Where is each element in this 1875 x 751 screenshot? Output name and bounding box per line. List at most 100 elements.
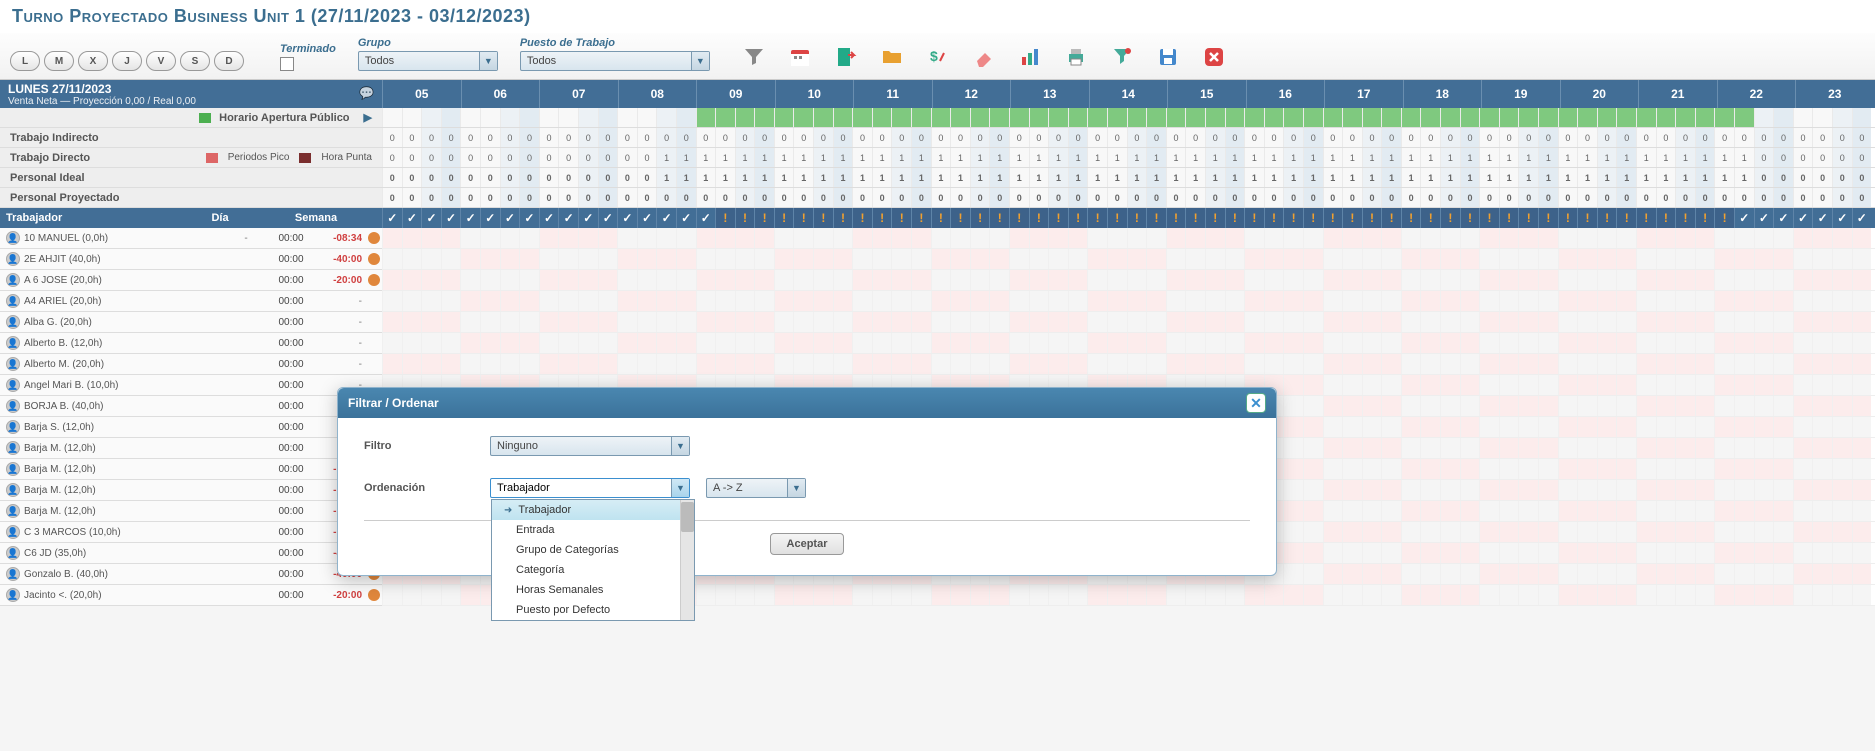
schedule-cell[interactable] — [1342, 585, 1362, 605]
schedule-cell[interactable] — [1518, 543, 1538, 563]
schedule-cell[interactable] — [1479, 333, 1499, 353]
schedule-cell[interactable] — [1166, 249, 1186, 269]
schedule-cell[interactable] — [1773, 501, 1793, 521]
schedule-cell[interactable] — [1087, 291, 1107, 311]
schedule-cell[interactable] — [813, 270, 833, 290]
schedule-cell[interactable] — [1773, 291, 1793, 311]
schedule-cell[interactable] — [735, 291, 755, 311]
schedule-cell[interactable] — [1773, 354, 1793, 374]
schedule-cell[interactable] — [1244, 312, 1264, 332]
schedule-cell[interactable] — [1127, 333, 1147, 353]
timeline-cell[interactable] — [1714, 108, 1734, 127]
timeline-cell[interactable] — [421, 108, 441, 127]
schedule-cell[interactable] — [1323, 270, 1343, 290]
timeline-cell[interactable] — [1499, 108, 1519, 127]
schedule-cell[interactable] — [1342, 522, 1362, 542]
schedule-cell[interactable] — [1362, 501, 1382, 521]
schedule-cell[interactable] — [1734, 249, 1754, 269]
schedule-cell[interactable] — [1695, 585, 1715, 605]
timeline-cell[interactable] — [891, 108, 911, 127]
schedule-cell[interactable] — [1205, 354, 1225, 374]
schedule-cell[interactable] — [676, 291, 696, 311]
schedule-cell[interactable] — [715, 312, 735, 332]
schedule-cell[interactable] — [1499, 459, 1519, 479]
schedule-cell[interactable] — [519, 291, 539, 311]
schedule-cell[interactable] — [872, 228, 892, 248]
timeline-cell[interactable] — [1518, 108, 1538, 127]
schedule-cell[interactable] — [578, 354, 598, 374]
dropdown-option[interactable]: Entrada — [492, 520, 694, 540]
schedule-cell[interactable] — [696, 354, 716, 374]
schedule-cell[interactable] — [1420, 333, 1440, 353]
timeline-cell[interactable] — [441, 108, 461, 127]
schedule-cell[interactable] — [1714, 249, 1734, 269]
schedule-cell[interactable] — [1675, 354, 1695, 374]
schedule-cell[interactable] — [872, 354, 892, 374]
schedule-cell[interactable] — [1734, 438, 1754, 458]
schedule-cell[interactable] — [558, 249, 578, 269]
schedule-cell[interactable] — [1577, 333, 1597, 353]
schedule-cell[interactable] — [696, 312, 716, 332]
schedule-cell[interactable] — [539, 291, 559, 311]
schedule-cell[interactable] — [970, 312, 990, 332]
schedule-cell[interactable] — [558, 354, 578, 374]
timeline-cell[interactable] — [1185, 108, 1205, 127]
schedule-cell[interactable] — [1518, 312, 1538, 332]
schedule-cell[interactable] — [1714, 375, 1734, 395]
timeline-cell[interactable] — [1656, 108, 1676, 127]
timeline-cell[interactable] — [1695, 108, 1715, 127]
schedule-cell[interactable] — [1793, 543, 1813, 563]
timeline-cell[interactable] — [1068, 108, 1088, 127]
schedule-cell[interactable] — [1381, 375, 1401, 395]
schedule-cell[interactable] — [1225, 333, 1245, 353]
schedule-cell[interactable] — [1793, 501, 1813, 521]
schedule-cell[interactable] — [617, 333, 637, 353]
timeline-cell[interactable] — [1303, 108, 1323, 127]
schedule-cell[interactable] — [1616, 375, 1636, 395]
schedule-cell[interactable] — [735, 354, 755, 374]
schedule-cell[interactable] — [1518, 375, 1538, 395]
schedule-cell[interactable] — [1616, 249, 1636, 269]
schedule-cell[interactable] — [1342, 417, 1362, 437]
schedule-cell[interactable] — [441, 270, 461, 290]
schedule-cell[interactable] — [1675, 417, 1695, 437]
schedule-cell[interactable] — [1695, 438, 1715, 458]
schedule-cell[interactable] — [1440, 249, 1460, 269]
schedule-cell[interactable] — [793, 270, 813, 290]
schedule-cell[interactable] — [1499, 333, 1519, 353]
schedule-cell[interactable] — [1362, 480, 1382, 500]
schedule-cell[interactable] — [1695, 333, 1715, 353]
schedule-cell[interactable] — [460, 270, 480, 290]
schedule-cell[interactable] — [539, 354, 559, 374]
worker-row[interactable]: 👤Alba G. (20,0h)00:00- — [0, 312, 1875, 333]
timeline-cell[interactable] — [1381, 108, 1401, 127]
schedule-cell[interactable] — [891, 585, 911, 605]
schedule-cell[interactable] — [1205, 249, 1225, 269]
schedule-cell[interactable] — [1146, 354, 1166, 374]
schedule-cell[interactable] — [1479, 249, 1499, 269]
schedule-cell[interactable] — [1146, 333, 1166, 353]
schedule-cell[interactable] — [1636, 354, 1656, 374]
schedule-cell[interactable] — [1440, 417, 1460, 437]
schedule-cell[interactable] — [1499, 312, 1519, 332]
schedule-cell[interactable] — [1558, 438, 1578, 458]
schedule-cell[interactable] — [1362, 249, 1382, 269]
schedule-cell[interactable] — [754, 270, 774, 290]
schedule-cell[interactable] — [1029, 270, 1049, 290]
schedule-cell[interactable] — [989, 249, 1009, 269]
schedule-cell[interactable] — [1107, 312, 1127, 332]
schedule-cell[interactable] — [1832, 228, 1852, 248]
schedule-cell[interactable] — [1323, 312, 1343, 332]
schedule-cell[interactable] — [1538, 459, 1558, 479]
schedule-cell[interactable] — [1029, 291, 1049, 311]
schedule-cell[interactable] — [1440, 438, 1460, 458]
schedule-cell[interactable] — [1264, 333, 1284, 353]
schedule-cell[interactable] — [1812, 417, 1832, 437]
schedule-cell[interactable] — [1636, 333, 1656, 353]
schedule-cell[interactable] — [1362, 438, 1382, 458]
schedule-cell[interactable] — [1068, 333, 1088, 353]
schedule-cell[interactable] — [1283, 480, 1303, 500]
schedule-cell[interactable] — [1538, 270, 1558, 290]
schedule-cell[interactable] — [1048, 270, 1068, 290]
schedule-cell[interactable] — [1714, 480, 1734, 500]
